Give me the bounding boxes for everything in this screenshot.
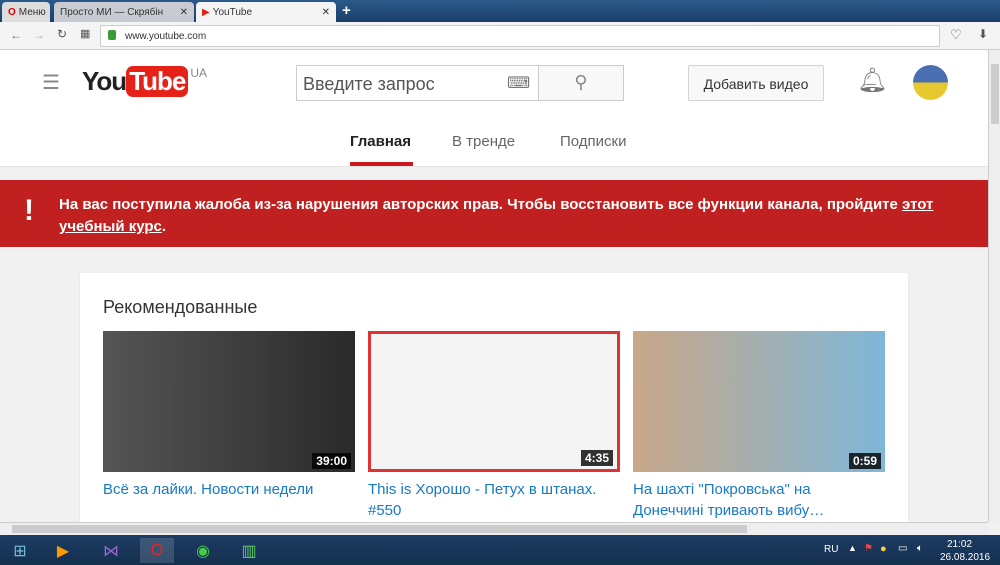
menu-icon[interactable]: ☰ (42, 70, 60, 95)
chrome-icon[interactable]: ◉ (186, 538, 220, 563)
video-title-link[interactable]: This is Хорошо - Петух в штанах. #550 (368, 479, 620, 521)
search-icon: ⚲ (574, 72, 588, 92)
youtube-favicon-icon: ▶ (202, 6, 210, 18)
horizontal-scrollbar[interactable] (0, 522, 988, 535)
keyboard-icon[interactable]: ⌨ (507, 73, 530, 93)
tab-home[interactable]: Главная (350, 133, 411, 150)
tab-title: YouTube (212, 6, 252, 18)
vertical-scrollbar[interactable] (988, 50, 1000, 522)
action-center-icon[interactable]: ⚑ (864, 543, 873, 554)
opera-icon: O (8, 6, 16, 18)
lock-icon (108, 30, 116, 40)
download-icon[interactable]: ⬇ (978, 27, 988, 41)
tab-title: Просто МИ — Скрябін (60, 6, 164, 18)
alert-icon: ! (24, 194, 34, 227)
youtube-header: ☰ You Tube UA Введите запрос ⌨ ⚲ Добавит… (0, 50, 988, 115)
network-icon[interactable]: ▭ (898, 543, 907, 554)
video-title-link[interactable]: Всё за лайки. Новости недели (103, 479, 355, 500)
tab-subscriptions[interactable]: Подписки (560, 133, 627, 150)
duration-badge: 4:35 (580, 450, 613, 466)
address-bar-row: ← → ↻ ▦ www.youtube.com ♡ ⬇ (0, 22, 1000, 50)
clock-date[interactable]: 26.08.2016 (940, 552, 990, 563)
browser-tab-active[interactable]: ▶ YouTube ✕ (196, 2, 336, 22)
reload-icon[interactable]: ↻ (57, 27, 67, 41)
browser-tab-bar: O Меню Просто МИ — Скрябін ✕ ▶ YouTube ✕ + (0, 0, 1000, 22)
scrollbar-thumb[interactable] (991, 64, 999, 124)
main-nav: Главная В тренде Подписки (0, 115, 988, 167)
app-icon[interactable]: ▥ (232, 538, 266, 563)
visual-studio-icon[interactable]: ⋈ (94, 538, 128, 563)
browser-tab[interactable]: Просто МИ — Скрябін ✕ (54, 2, 194, 22)
speed-dial-icon[interactable]: ▦ (80, 27, 90, 40)
heart-icon[interactable]: ♡ (950, 27, 962, 43)
upload-video-button[interactable]: Добавить видео (688, 65, 824, 101)
video-thumbnail[interactable]: 4:35 (368, 331, 620, 472)
media-player-icon[interactable]: ▶ (46, 538, 80, 563)
tray-expand-icon[interactable]: ▲ (848, 543, 857, 553)
tray-app-icon[interactable]: ● (880, 543, 887, 555)
tab-trending[interactable]: В тренде (452, 133, 515, 150)
url-input[interactable]: www.youtube.com (100, 25, 940, 47)
close-icon[interactable]: ✕ (322, 7, 330, 18)
search-button[interactable]: ⚲ (538, 65, 624, 101)
recommended-section: Рекомендованные 39:00 Всё за лайки. Ново… (80, 273, 908, 533)
start-button[interactable]: ⊞ (3, 538, 37, 563)
copyright-strike-banner: ! На вас поступила жалоба из-за нарушени… (0, 180, 988, 247)
language-indicator[interactable]: RU (824, 544, 838, 555)
search-input[interactable]: Введите запрос ⌨ (296, 65, 539, 101)
youtube-logo[interactable]: You Tube UA (82, 66, 207, 97)
active-tab-indicator (350, 162, 413, 166)
opera-menu-button[interactable]: O Меню (2, 2, 50, 22)
back-icon[interactable]: ← (10, 28, 22, 42)
avatar[interactable] (913, 65, 948, 100)
video-thumbnail[interactable]: 0:59 (633, 331, 885, 472)
bell-icon[interactable]: 🔔︎ (857, 66, 887, 95)
scrollbar-thumb[interactable] (12, 525, 747, 533)
video-thumbnail[interactable]: 39:00 (103, 331, 355, 472)
opera-taskbar-icon[interactable]: O (140, 538, 174, 563)
clock-time[interactable]: 21:02 (947, 539, 972, 550)
duration-badge: 39:00 (312, 453, 351, 469)
new-tab-button[interactable]: + (342, 2, 351, 19)
volume-icon[interactable]: 🔈︎ (917, 543, 923, 554)
windows-taskbar: ⊞ ▶ ⋈ O ◉ ▥ RU ▲ ⚑ ● ▭ 🔈︎ 21:02 26.08.20… (0, 535, 1000, 565)
close-icon[interactable]: ✕ (180, 7, 188, 18)
video-title-link[interactable]: На шахті "Покровська" на Донеччині трива… (633, 479, 885, 521)
duration-badge: 0:59 (848, 453, 881, 469)
banner-message: На вас поступила жалоба из-за нарушения … (59, 196, 934, 235)
section-title: Рекомендованные (103, 297, 258, 317)
forward-icon[interactable]: → (33, 28, 45, 42)
